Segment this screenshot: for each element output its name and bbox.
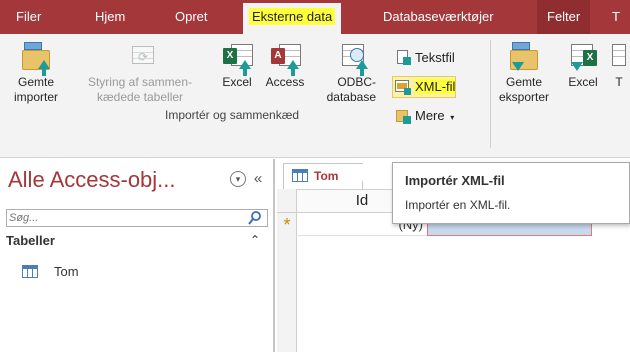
saved-exports-label: Gemte eksporter <box>498 75 550 104</box>
document-tab-label: Tom <box>314 169 339 183</box>
tab-create[interactable]: Opret <box>175 0 208 34</box>
odbc-database-icon <box>338 42 370 76</box>
import-text-file-button[interactable]: Tekstfil <box>393 48 455 68</box>
export-excel-label: Excel <box>568 75 598 89</box>
import-more-label: Mere <box>415 108 445 123</box>
saved-exports-button[interactable]: Gemte eksporter <box>494 42 554 105</box>
export-excel-button[interactable]: X Excel <box>560 42 606 90</box>
nav-item-table-tom[interactable]: Tom <box>22 263 79 281</box>
group-separator <box>490 40 491 148</box>
shutter-bar-close-icon[interactable]: « <box>250 171 266 187</box>
excel-export-icon: X <box>567 42 599 72</box>
nav-section-tables-label: Tabeller <box>6 233 55 248</box>
import-xml-file-button[interactable]: XML-fil <box>391 76 457 98</box>
tab-external-data[interactable]: Eksterne data <box>243 3 342 34</box>
nav-menu-dropdown-icon[interactable]: ▾ <box>230 171 246 187</box>
import-access-label: Access <box>265 75 305 89</box>
document-tab-tom[interactable]: Tom <box>283 163 370 190</box>
chevron-down-icon: ▾ <box>450 113 455 122</box>
nav-item-label: Tom <box>54 264 79 279</box>
ribbon-tab-bar: Filer Hjem Opret Eksterne data Databasev… <box>0 0 630 34</box>
tooltip-title: Importér XML-fil <box>405 173 505 188</box>
saved-imports-label: Gemte importer <box>13 75 58 104</box>
import-excel-button[interactable]: X Excel <box>216 42 258 90</box>
chevron-up-icon[interactable]: ⌃ <box>250 233 260 247</box>
saved-imports-icon <box>20 42 52 76</box>
tooltip-body: Importér en XML-fil. <box>405 198 511 212</box>
nav-section-tables[interactable]: Tabeller ⌃ <box>6 233 268 253</box>
new-record-marker[interactable]: * <box>277 214 297 236</box>
nav-pane-title[interactable]: Alle Access-obj... <box>8 167 176 193</box>
tab-table-partial[interactable]: T <box>612 0 620 34</box>
import-more-button[interactable]: Mere ▾ <box>393 106 454 126</box>
nav-search-box <box>6 209 268 227</box>
saved-exports-icon <box>508 42 540 72</box>
table-icon <box>22 265 38 278</box>
access-import-icon: A <box>269 42 301 76</box>
excel-import-icon: X <box>221 42 253 76</box>
import-odbc-button[interactable]: ODBC- database <box>314 42 376 105</box>
export-partial-button[interactable]: T <box>610 42 628 90</box>
import-text-file-label: Tekstfil <box>415 50 455 65</box>
text-file-icon <box>395 50 411 66</box>
import-odbc-label: ODBC- database <box>326 75 376 104</box>
tooltip-import-xml: Importér XML-fil Importér en XML-fil. <box>392 162 630 224</box>
tab-file[interactable]: Filer <box>16 0 41 34</box>
tab-fields[interactable]: Felter <box>537 0 591 34</box>
import-group-label: Importér og sammenkæd <box>165 108 300 122</box>
xml-file-icon <box>395 79 411 95</box>
import-excel-label: Excel <box>222 75 252 89</box>
search-icon[interactable] <box>246 210 266 226</box>
linked-table-manager-icon: ⟳ <box>124 42 156 72</box>
import-xml-file-label: XML-fil <box>415 79 456 94</box>
import-access-button[interactable]: A Access <box>260 42 310 90</box>
tab-external-data-label: Eksterne data <box>249 8 336 25</box>
tab-home[interactable]: Hjem <box>95 0 125 34</box>
export-partial-icon <box>610 42 628 72</box>
nav-search-input[interactable] <box>7 210 243 226</box>
linked-table-manager-button[interactable]: ⟳ Styring af sammen- kædede tabeller <box>68 42 212 105</box>
tab-database-tools[interactable]: Databaseværktøjer <box>383 0 494 34</box>
export-partial-label: T <box>615 75 623 89</box>
saved-imports-button[interactable]: Gemte importer <box>4 42 68 105</box>
linked-table-manager-label: Styring af sammen- kædede tabeller <box>87 75 193 104</box>
more-icon <box>395 108 411 124</box>
navigation-pane: Alle Access-obj... ▾ « Tabeller ⌃ Tom <box>0 159 275 352</box>
select-all-corner[interactable] <box>277 189 297 213</box>
table-icon <box>292 169 308 182</box>
